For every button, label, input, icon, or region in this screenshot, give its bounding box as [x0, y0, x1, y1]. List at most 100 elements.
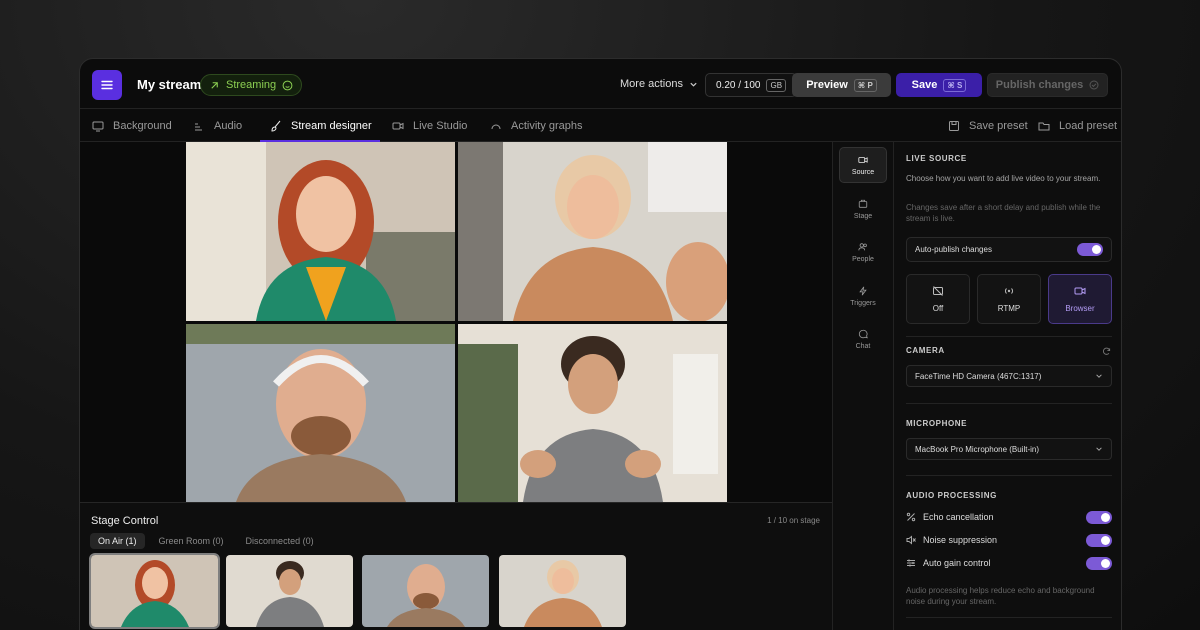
- source-settings-panel: LIVE SOURCE Choose how you want to add l…: [894, 142, 1121, 630]
- tab-on-air[interactable]: On Air (1): [90, 533, 145, 549]
- hamburger-icon: [101, 80, 113, 90]
- tab-activity-graphs[interactable]: Activity graphs: [490, 109, 583, 142]
- video-icon: [392, 122, 404, 129]
- stage-control-panel: Stage Control 1 / 10 on stage On Air (1)…: [80, 502, 832, 630]
- preview-label: Preview: [806, 79, 848, 91]
- participant-video: [458, 142, 727, 321]
- video-tile-4[interactable]: [458, 324, 727, 502]
- broadcast-icon: [211, 81, 218, 89]
- status-badge[interactable]: Streaming: [200, 74, 303, 96]
- participant-video: [91, 555, 218, 627]
- save-icon: [949, 120, 959, 131]
- rail-item-people[interactable]: People: [839, 234, 887, 270]
- usage-value: 0.20 / 100: [716, 79, 761, 91]
- usage-counter: 0.20 / 100 GB: [705, 73, 798, 97]
- auto-publish-row: Auto-publish changes: [906, 237, 1112, 262]
- stage-icon: [858, 199, 868, 208]
- rail-item-chat[interactable]: Chat: [839, 321, 887, 357]
- save-button[interactable]: Save ⌘ S: [896, 73, 982, 97]
- participant-thumbnail[interactable]: [89, 553, 220, 629]
- rail-label: Triggers: [850, 299, 876, 307]
- camera-heading: CAMERA: [906, 346, 945, 355]
- participant-video: [186, 142, 455, 321]
- rail-label: People: [852, 255, 874, 263]
- microphone-select[interactable]: MacBook Pro Microphone (Built-in): [906, 438, 1112, 460]
- save-label: Save: [911, 79, 938, 91]
- option-label: Echo cancellation: [923, 512, 994, 522]
- audio-icon: [195, 123, 202, 130]
- tab-live-studio[interactable]: Live Studio: [392, 109, 467, 142]
- video-tile-1[interactable]: [186, 142, 455, 321]
- rail-item-triggers[interactable]: Triggers: [839, 278, 887, 314]
- chevron-down-icon: [1096, 374, 1102, 378]
- live-source-note: Changes save after a short delay and pub…: [906, 203, 1101, 223]
- brush-icon: [271, 120, 281, 132]
- auto-publish-toggle[interactable]: [1077, 243, 1103, 256]
- rail-label: Chat: [855, 342, 871, 350]
- tab-disconnected[interactable]: Disconnected (0): [238, 533, 322, 549]
- tab-background[interactable]: Background: [92, 109, 172, 142]
- stage-control-title: Stage Control: [91, 515, 159, 527]
- stage-control-tabs: On Air (1) Green Room (0) Disconnected (…: [90, 533, 322, 549]
- auto-gain-toggle[interactable]: [1086, 556, 1112, 570]
- camera-off-icon: [933, 286, 943, 296]
- audio-processing-heading: AUDIO PROCESSING: [906, 491, 997, 500]
- auto-gain-row: Auto gain control: [906, 555, 1112, 571]
- stage-preview[interactable]: [80, 142, 832, 502]
- camera-select[interactable]: FaceTime HD Camera (467C:1317): [906, 365, 1112, 387]
- save-shortcut: ⌘ S: [943, 78, 967, 92]
- noise-suppression-toggle[interactable]: [1086, 533, 1112, 547]
- participant-video: [226, 555, 353, 627]
- tab-label: Activity graphs: [511, 119, 583, 132]
- participant-thumbnail[interactable]: [226, 555, 353, 627]
- microphone-value: MacBook Pro Microphone (Built-in): [915, 444, 1040, 454]
- divider: [906, 403, 1112, 404]
- tab-audio[interactable]: Audio: [193, 109, 242, 142]
- participant-thumbnail[interactable]: [499, 555, 626, 627]
- video-tile-3[interactable]: [186, 324, 455, 502]
- signal-icon: [1004, 288, 1014, 294]
- menu-button[interactable]: [92, 70, 122, 100]
- source-option-rtmp[interactable]: RTMP: [977, 274, 1041, 324]
- tab-stream-designer[interactable]: Stream designer: [270, 109, 372, 142]
- participant-thumbnail[interactable]: [362, 555, 489, 627]
- tab-bar: Background Audio Stream designer Live St…: [80, 109, 1121, 142]
- more-actions-menu[interactable]: More actions: [620, 78, 698, 90]
- preview-button[interactable]: Preview ⌘ P: [792, 73, 891, 97]
- source-option-browser[interactable]: Browser: [1048, 274, 1112, 324]
- publish-changes-button[interactable]: Publish changes: [987, 73, 1108, 97]
- load-preset-button[interactable]: Load preset: [1038, 109, 1117, 142]
- source-option-label: RTMP: [997, 304, 1021, 313]
- divider: [906, 475, 1112, 476]
- video-icon: [1074, 287, 1086, 295]
- publish-label: Publish changes: [995, 79, 1084, 91]
- live-source-heading: LIVE SOURCE: [906, 154, 967, 163]
- rail-label: Stage: [853, 212, 873, 220]
- video-tile-2[interactable]: [458, 142, 727, 321]
- rail-item-stage[interactable]: Stage: [839, 191, 887, 227]
- save-preset-button[interactable]: Save preset: [948, 109, 1028, 142]
- status-label: Streaming: [226, 79, 277, 91]
- microphone-heading: MICROPHONE: [906, 419, 968, 428]
- echo-cancellation-row: Echo cancellation: [906, 509, 1112, 525]
- tab-label: Audio: [214, 119, 243, 132]
- top-bar: My stream Streaming More actions 0.20 / …: [80, 59, 1121, 109]
- participant-video: [458, 324, 727, 502]
- people-icon: [858, 242, 867, 250]
- divider: [906, 617, 1112, 618]
- camera-value: FaceTime HD Camera (467C:1317): [915, 371, 1042, 381]
- settings-rail: Source Stage People Triggers Chat: [832, 142, 894, 630]
- chevron-down-icon: [1096, 447, 1102, 451]
- noise-suppression-row: Noise suppression: [906, 532, 1112, 548]
- audio-processing-note: Audio processing helps reduce echo and b…: [906, 586, 1095, 606]
- source-option-label: Off: [932, 304, 944, 313]
- echo-cancellation-toggle[interactable]: [1086, 510, 1112, 524]
- source-option-off[interactable]: Off: [906, 274, 970, 324]
- participant-video: [362, 555, 489, 627]
- refresh-icon[interactable]: [1102, 347, 1111, 356]
- rail-label: Source: [851, 168, 875, 176]
- on-stage-count: 1 / 10 on stage: [767, 516, 820, 525]
- smile-icon: [282, 80, 293, 90]
- tab-green-room[interactable]: Green Room (0): [151, 533, 232, 549]
- rail-item-source[interactable]: Source: [839, 147, 887, 183]
